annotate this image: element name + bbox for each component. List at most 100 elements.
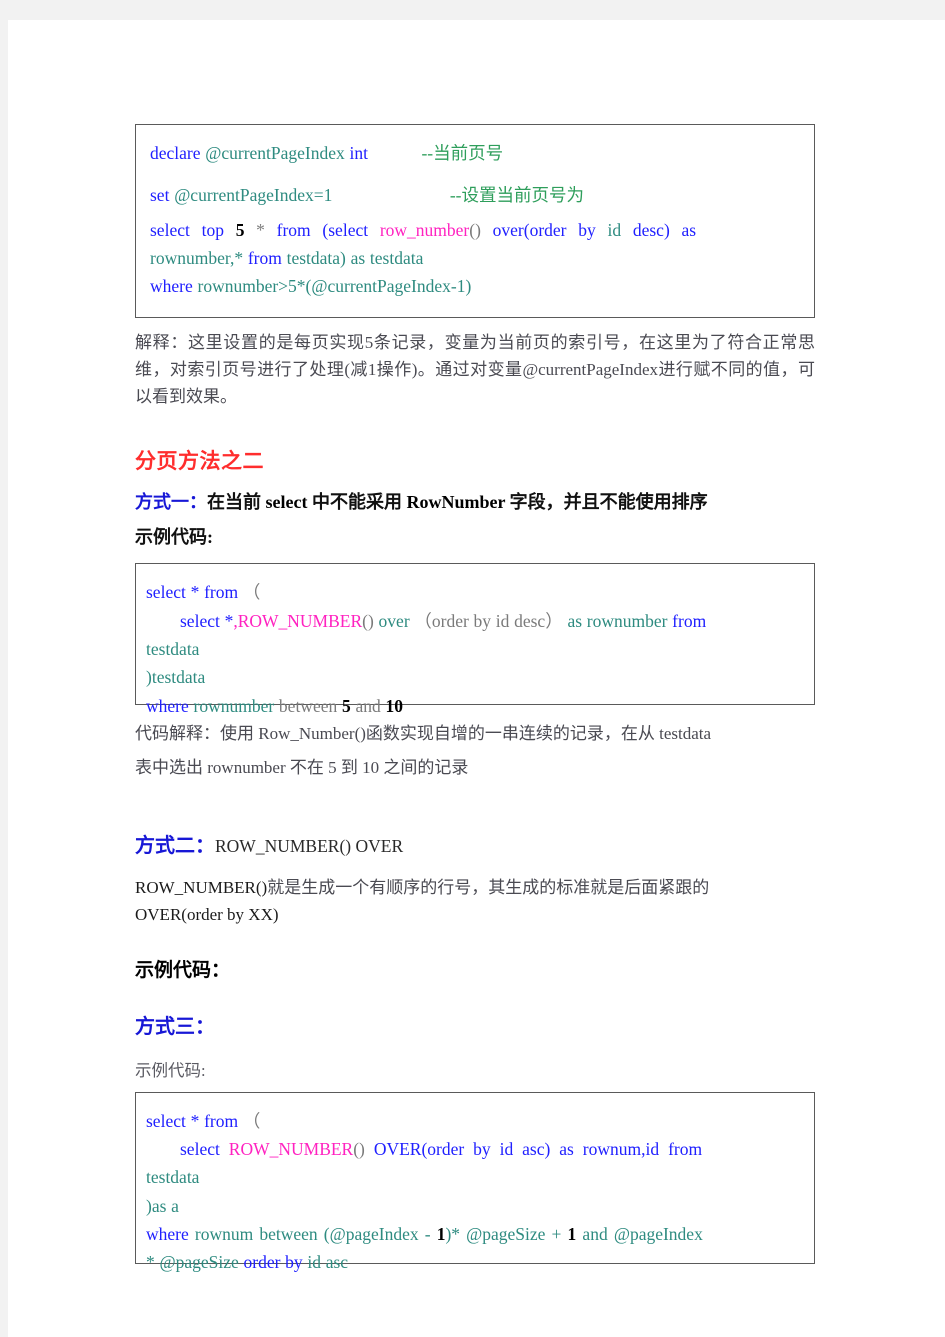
way-two-heading: 方式二：ROW_NUMBER() OVER: [135, 829, 815, 858]
way-two-body-text: 就是生成一个有顺序的行号，其生成的标准就是后面紧跟的: [267, 878, 710, 898]
sql-star: *: [256, 219, 265, 240]
code-gap: [150, 167, 804, 181]
way-one-sample-label: 示例代码:: [135, 526, 213, 547]
sql-keyword: from: [668, 1139, 703, 1159]
sql-keyword: where: [150, 276, 193, 297]
sql-keyword: top: [201, 219, 224, 240]
sql-variable: @pageIndex: [329, 1224, 419, 1245]
sql-order-clause: （order by id desc）: [414, 610, 563, 631]
sql-keyword: where: [146, 1224, 189, 1245]
sql-keyword: order by: [243, 1252, 303, 1273]
sql-paren-close-star: )*: [445, 1224, 461, 1245]
way-one-text-c: 字段，并且不能使用排序: [505, 491, 708, 512]
sql-keyword: select: [180, 1139, 220, 1159]
sql-star: *: [190, 582, 200, 603]
way-one-heading: 方式一：在当前 select 中不能采用 RowNumber 字段，并且不能使用…: [135, 489, 815, 516]
sql-assignment: @currentPageIndex=1: [174, 185, 333, 206]
code-line: declare @currentPageIndex int --当前页号: [150, 139, 804, 167]
sql-columns: rownum,id: [582, 1139, 660, 1159]
way-one-bold-rownumber: RowNumber: [406, 491, 506, 512]
sql-keyword: select: [150, 219, 190, 240]
sql-table: testdata: [146, 1167, 200, 1188]
way-two-body: ROW_NUMBER()就是生成一个有顺序的行号，其生成的标准就是后面紧跟的: [135, 874, 815, 901]
sql-keyword-between: between: [259, 1224, 318, 1245]
sql-keyword: select: [146, 582, 186, 603]
sql-parens: (): [362, 610, 374, 631]
way-two-body-mono: ROW_NUMBER(): [135, 878, 268, 898]
sql-function: row_number: [379, 219, 470, 240]
code-line: rownumber,* from testdata) as testdata: [150, 244, 804, 272]
way-two-label: 方式二: [135, 835, 195, 858]
sql-column: id: [499, 1139, 514, 1159]
sql-keyword: where: [146, 695, 189, 716]
sql-subquery-open: (select: [322, 219, 369, 240]
sql-close-alias: )as a: [146, 1195, 179, 1216]
sql-number: 10: [385, 695, 403, 716]
code-line: select * from （: [146, 1107, 804, 1135]
way-three-sample-label: 示例代码:: [135, 1060, 206, 1080]
sql-column: id: [607, 219, 622, 240]
explanation-paragraph-2-line-2: 表中选出 rownumber 不在 5 到 10 之间的记录: [135, 758, 469, 778]
sql-paren-open: （: [242, 1110, 261, 1131]
way-three-heading: 方式三：: [135, 1010, 815, 1039]
sql-keyword: from: [247, 248, 282, 269]
way-two-colon: ：: [195, 835, 215, 858]
code-line: select * from （: [146, 578, 804, 606]
sql-function: ROW_NUMBER: [237, 610, 363, 631]
sql-star: *: [190, 1110, 200, 1131]
sql-keyword-as: as: [567, 610, 583, 631]
code-line: where rownum between (@pageIndex - 1)* @…: [146, 1220, 804, 1248]
sql-keyword: desc): [632, 219, 670, 240]
code-block-sql-2: select * from （ select *,ROW_NUMBER() ov…: [135, 563, 815, 716]
sql-keyword: declare: [150, 143, 201, 163]
way-one-text-b: 中不能采用: [307, 491, 407, 512]
sql-variable: @currentPageIndex: [205, 143, 345, 163]
way-one-bold-select: select: [265, 491, 308, 512]
sql-type: int: [349, 143, 368, 163]
sql-keyword: over(order: [492, 219, 567, 240]
way-three-colon: ：: [195, 1015, 215, 1038]
sql-over: over: [378, 610, 410, 631]
code-line: select top 5 * from (select row_number()…: [150, 216, 804, 244]
sql-minus: -: [424, 1224, 437, 1245]
sql-alias: rownumber: [586, 610, 668, 631]
way-one-text-a: 在当前: [207, 491, 266, 512]
sql-keyword: from: [204, 1110, 239, 1131]
code-line: testdata: [146, 635, 804, 663]
sql-keyword: select: [180, 610, 220, 631]
sql-keyword-and: and: [582, 1224, 608, 1245]
section-heading-method-two: 分页方法之二: [135, 448, 264, 473]
sql-keyword: select: [146, 1110, 186, 1131]
sql-paren-open: （: [242, 582, 261, 603]
way-two-title: ROW_NUMBER() OVER: [215, 836, 404, 857]
sql-columns: rownumber,*: [150, 248, 244, 269]
sql-variable: @pageIndex: [613, 1224, 703, 1245]
sql-keyword: by: [578, 219, 596, 240]
code-line: where rownumber>5*(@currentPageIndex-1): [150, 272, 804, 300]
sql-close-alias: )testdata: [146, 667, 206, 688]
sql-star: *: [146, 1252, 155, 1273]
sql-condition: rownumber>5*(@currentPageIndex-1): [197, 276, 472, 297]
sql-number: 5: [341, 695, 351, 716]
code-line: * @pageSize order by id asc: [146, 1248, 804, 1276]
code-line: )testdata: [146, 663, 804, 691]
way-two-sample-label: 示例代码：: [135, 959, 231, 981]
sql-keyword: as: [681, 219, 697, 240]
code-line: select ROW_NUMBER() OVER(order by id asc…: [146, 1135, 804, 1163]
sql-number: 1: [567, 1224, 577, 1245]
way-one-colon: ：: [189, 491, 207, 512]
page-content: declare @currentPageIndex int --当前页号 set…: [135, 124, 815, 1272]
document-page: declare @currentPageIndex int --当前页号 set…: [8, 20, 945, 1337]
sql-variable: @pageSize: [466, 1224, 546, 1245]
sql-function: ROW_NUMBER: [228, 1139, 354, 1159]
way-three-label: 方式三: [135, 1015, 195, 1038]
explanation-paragraph-1: 解释：这里设置的是每页实现5条记录，变量为当前页的索引号，在这里为了符合正常思维…: [135, 333, 815, 407]
code-line: set @currentPageIndex=1 --设置当前页号为: [150, 181, 804, 209]
sql-column: rownum: [194, 1224, 254, 1245]
sql-keyword-as: as: [559, 1139, 574, 1159]
code-line: where rownumber between 5 and 10: [146, 692, 804, 720]
sql-keyword-between: between: [278, 695, 338, 716]
sql-keyword-and: and: [355, 695, 381, 716]
sql-parens: (): [353, 1139, 365, 1159]
code-block-sql-1: declare @currentPageIndex int --当前页号 set…: [135, 124, 815, 318]
